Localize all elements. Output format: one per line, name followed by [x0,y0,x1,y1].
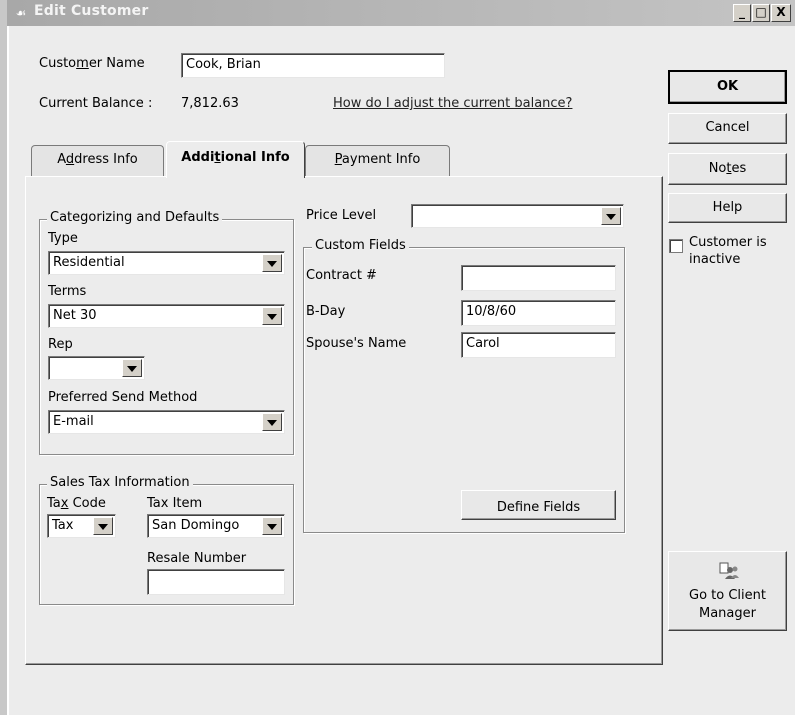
notes-button[interactable]: Notes [668,153,787,185]
window-title: Edit Customer [34,3,149,19]
categorizing-legend: Categorizing and Defaults [47,210,223,225]
tab-payment-info[interactable]: Payment Info [305,145,450,176]
send-method-select[interactable]: E-mail [48,410,285,434]
customer-name-field[interactable]: Cook, Brian [181,53,445,78]
help-button[interactable]: Help [668,193,787,223]
help-label: Help [712,200,743,215]
terms-value: Net 30 [53,308,97,323]
price-level-select[interactable] [411,204,624,228]
minimize-button[interactable]: _ [733,4,751,22]
rep-dropdown-icon[interactable] [122,359,142,377]
inactive-label: Customer is [689,235,767,250]
ok-button[interactable]: OK [668,70,787,104]
tab-additional-info[interactable]: Additional Info [166,141,305,178]
current-balance-value: 7,812.63 [181,96,239,111]
resale-number-label: Resale Number [147,551,247,566]
send-method-label: Preferred Send Method [48,390,198,405]
tax-item-select[interactable]: San Domingo [147,514,285,538]
tax-code-select[interactable]: Tax [47,514,116,538]
tab-address-info[interactable]: Address Info [31,145,164,176]
client-manager-label-2: Manager [699,606,756,621]
tax-code-label: Tax Code [47,496,106,511]
adjust-balance-link[interactable]: How do I adjust the current balance? [333,96,572,111]
spouse-name-field[interactable]: Carol [461,332,616,358]
bday-field[interactable]: 10/8/60 [461,300,616,326]
sales-tax-legend: Sales Tax Information [47,475,193,490]
send-method-dropdown-icon[interactable] [262,413,282,431]
type-label: Type [48,231,78,246]
tax-item-label: Tax Item [147,496,203,511]
tax-code-dropdown-icon[interactable] [93,517,113,535]
price-level-dropdown-icon[interactable] [601,207,621,225]
maximize-button[interactable]: □ [752,4,770,22]
type-dropdown-icon[interactable] [262,254,282,272]
resale-number-field[interactable] [147,569,285,595]
customer-name-label: Customer Name [39,56,145,71]
custom-fields-legend: Custom Fields [312,238,409,253]
terms-select[interactable]: Net 30 [48,304,285,328]
rep-select[interactable] [48,356,145,380]
type-select[interactable]: Residential [48,251,285,275]
cancel-label: Cancel [705,120,750,135]
rep-label: Rep [48,337,73,352]
client-manager-button[interactable]: Go to Client Manager [668,551,787,631]
ok-label: OK [716,79,739,94]
custom-field-label: Contract # [306,268,377,283]
contract-number-field[interactable] [461,265,616,291]
client-manager-icon [719,562,739,579]
tax-item-value: San Domingo [152,518,240,533]
current-balance-label: Current Balance : [39,96,153,111]
client-manager-label: Go to Client [689,588,766,603]
app-icon[interactable]: ☙ [13,5,29,21]
tax-item-dropdown-icon[interactable] [262,517,282,535]
tax-code-value: Tax [52,518,74,533]
close-button[interactable]: X [771,4,791,22]
terms-label: Terms [48,284,87,299]
send-method-value: E-mail [53,414,94,429]
cancel-button[interactable]: Cancel [668,113,787,144]
inactive-label-2: inactive [689,252,741,267]
terms-dropdown-icon[interactable] [262,307,282,325]
type-value: Residential [53,255,125,270]
custom-field-label: B-Day [306,304,346,319]
define-fields-button[interactable]: Define Fields [461,490,616,520]
custom-field-label: Spouse's Name [306,336,407,351]
notes-label: Notes [708,161,747,176]
define-fields-label: Define Fields [496,500,581,515]
inactive-checkbox[interactable] [669,239,683,253]
price-level-label: Price Level [306,208,377,223]
